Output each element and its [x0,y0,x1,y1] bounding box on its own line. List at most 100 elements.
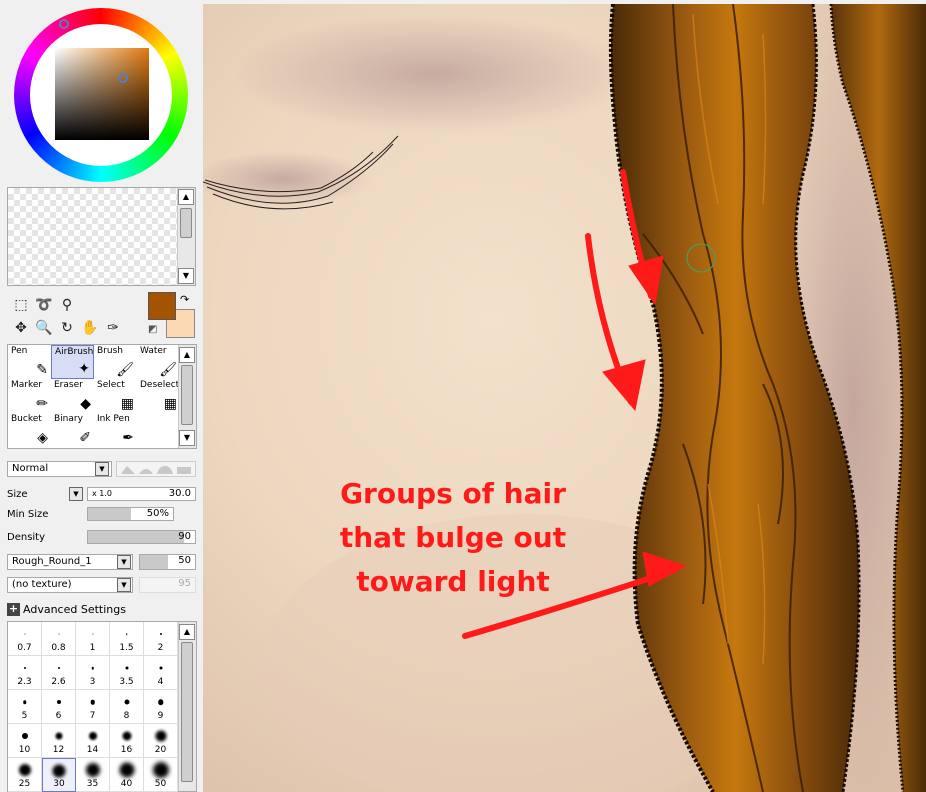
brush-tool-bucket[interactable]: Bucket ◈ [8,413,51,447]
brush-dot-icon [91,666,94,670]
brush-size-preset[interactable]: 6 [42,690,76,724]
brush-size-preset[interactable]: 0.8 [42,622,76,656]
chevron-down-icon[interactable]: ▼ [117,555,131,569]
reset-colors-icon[interactable]: ◩ [148,324,157,335]
brush-size-preset[interactable]: 2.6 [42,656,76,690]
texture-value: (no texture) [12,579,72,590]
brush-tool-pen[interactable]: Pen ✎ [8,345,51,379]
brush-size-label: 0.8 [51,643,66,653]
scroll-up-icon[interactable]: ▲ [179,347,195,363]
brush-size-preset[interactable]: 12 [42,724,76,758]
size-dropdown-icon[interactable]: ▼ [69,487,83,501]
brush-size-preset[interactable]: 7 [76,690,110,724]
brush-dot-icon [125,633,128,635]
advanced-settings-label[interactable]: Advanced Settings [23,603,126,616]
scroll-thumb[interactable] [181,365,193,425]
rect-select-icon[interactable]: ⬚ [10,295,32,315]
brush-size-preset[interactable]: 5 [8,690,42,724]
brush-tool-marker[interactable]: Marker ✏ [8,379,51,413]
brush-size-label: 25 [18,779,31,789]
color-wheel[interactable] [14,8,188,182]
scroll-thumb[interactable] [181,642,193,782]
brush-tool-brush[interactable]: Brush 🖌 [94,345,137,379]
scroll-thumb[interactable] [180,208,192,238]
brush-size-preset[interactable]: 25 [8,758,42,792]
brush-size-preset[interactable]: 8 [110,690,144,724]
primary-color-swatch[interactable] [148,292,176,320]
brush-size-preset[interactable]: 20 [144,724,178,758]
brush-tool-deselect[interactable]: Deselect ▦ [137,379,180,413]
brush-tool-icon: ✒ [122,430,134,446]
brush-size-preset[interactable]: 3 [76,656,110,690]
brush-size-preset[interactable]: 40 [110,758,144,792]
color-mixer-preview[interactable]: ▲ ▼ [7,187,196,286]
brush-tool-binary[interactable]: Binary ✐ [51,413,94,447]
brush-dot-icon [124,699,129,705]
swap-colors-icon[interactable]: ↷ [180,293,189,306]
eyedropper-icon[interactable]: ✑ [102,318,124,338]
saturation-value-square[interactable] [55,48,149,140]
brush-size-preset[interactable]: 3.5 [110,656,144,690]
scroll-down-icon[interactable]: ▼ [178,268,194,284]
brush-size-label: 20 [154,745,167,755]
lasso-icon[interactable]: ➰ [33,295,55,315]
density-fill [88,531,185,543]
hue-cursor[interactable] [59,19,69,29]
brush-shape-select[interactable]: Rough_Round_1 [7,554,133,570]
chevron-down-icon[interactable]: ▼ [95,462,109,476]
zoom-icon[interactable]: 🔍 [33,318,55,338]
brush-size-label: 9 [157,711,164,721]
brush-size-preset[interactable]: 50 [144,758,178,792]
brush-tool-water[interactable]: Water 🖌 [137,345,180,379]
brush-shape-presets[interactable] [116,461,196,477]
brush-size-preset[interactable]: 1 [76,622,110,656]
texture-strength: 95 [178,578,191,589]
hand-icon[interactable]: ✋ [79,318,101,338]
brush-grid-scrollbar[interactable]: ▲ ▼ [178,345,196,448]
brush-size-preset[interactable]: 4 [144,656,178,690]
brush-shape-strength-slider[interactable]: 50 [139,554,196,570]
brush-dot-icon [92,633,93,635]
brush-dot-icon [152,762,169,778]
chevron-down-icon[interactable]: ▼ [117,578,131,592]
brush-size-label: 3 [89,677,96,687]
brush-size-preset[interactable]: 14 [76,724,110,758]
brush-tool-select[interactable]: Select ▦ [94,379,137,413]
brush-size-preset[interactable]: 9 [144,690,178,724]
brush-tool-eraser[interactable]: Eraser ◆ [51,379,94,413]
brush-dot-icon [21,733,28,739]
brush-tool-label: Water [140,346,167,356]
brush-size-preset[interactable]: 10 [8,724,42,758]
brush-tool-icon: ✦ [78,361,90,377]
scroll-up-icon[interactable]: ▲ [178,189,194,205]
preview-scrollbar[interactable]: ▲ ▼ [177,188,195,285]
size-slider[interactable]: x 1.0 30.0 [87,487,196,501]
brush-size-preset[interactable]: 30 [42,758,76,792]
scroll-down-icon[interactable]: ▼ [179,430,195,446]
brush-tool-airbrush[interactable]: AirBrush ✦ [51,345,94,379]
brush-size-preset[interactable]: 16 [110,724,144,758]
scroll-up-icon[interactable]: ▲ [179,624,195,640]
expand-plus-icon[interactable]: + [7,603,20,616]
min-size-slider[interactable]: 50% [87,507,174,521]
density-slider[interactable]: 90 [87,530,196,544]
brush-size-preset[interactable]: 35 [76,758,110,792]
texture-strength-slider: 95 [139,577,196,593]
sv-cursor[interactable] [118,73,128,83]
brush-dot-icon [157,699,164,705]
brush-tool-ink-pen[interactable]: Ink Pen ✒ [94,413,137,447]
brush-dot-icon [90,699,95,705]
brush-size-preset[interactable]: 1.5 [110,622,144,656]
move-icon[interactable]: ✥ [10,318,32,338]
brush-sizes-scrollbar[interactable]: ▲ [178,622,196,791]
brush-size-preset[interactable]: 0.7 [8,622,42,656]
rotate-icon[interactable]: ↻ [56,318,78,338]
brush-size-preset[interactable]: 2 [144,622,178,656]
drawing-canvas[interactable]: Groups of hair that bulge out toward lig… [203,4,926,792]
brush-size-preset[interactable]: 2.3 [8,656,42,690]
min-size-label: Min Size [7,509,49,520]
magic-wand-icon[interactable]: ⚲ [56,295,78,315]
brush-dot-icon [56,700,61,704]
texture-select[interactable]: (no texture) [7,577,133,593]
brush-size-label: 8 [123,711,130,721]
